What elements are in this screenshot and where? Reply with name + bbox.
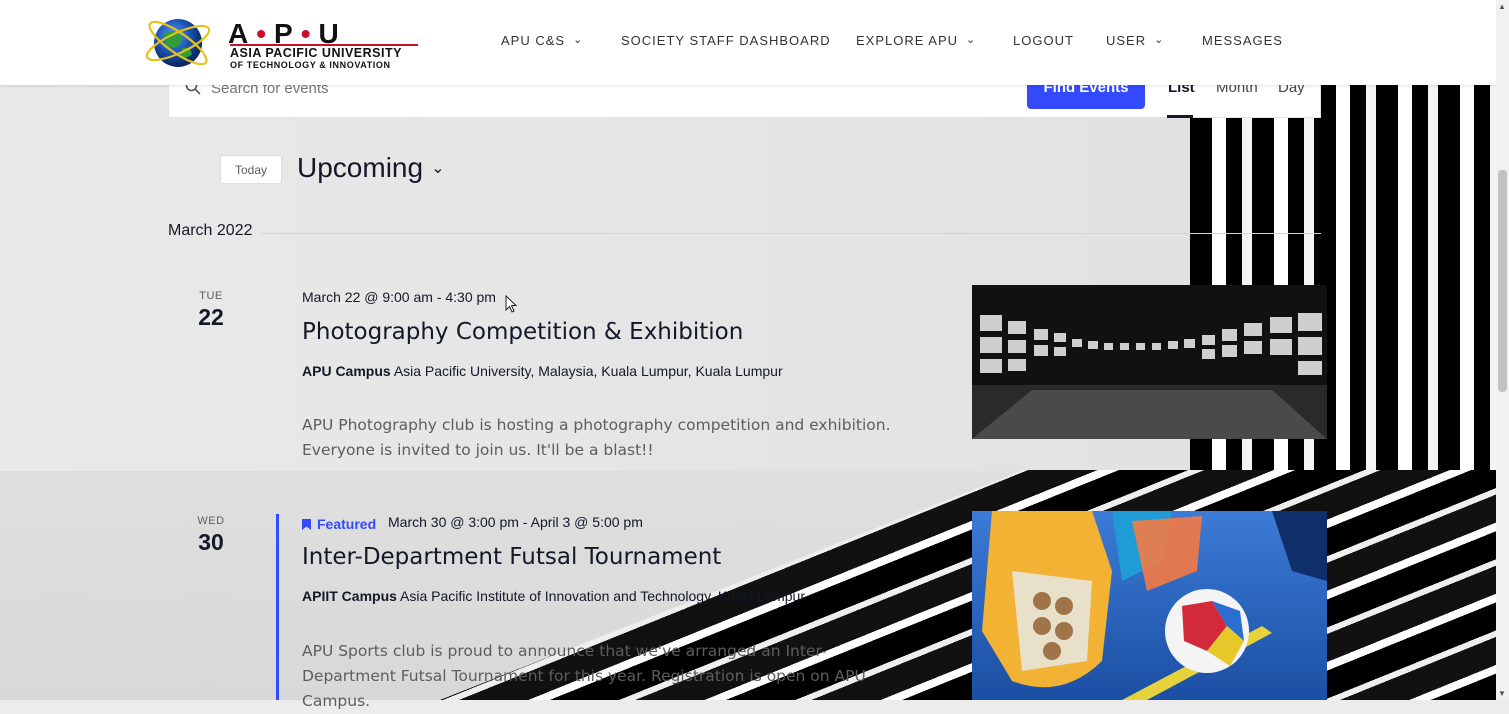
nav-label: SOCIETY STAFF DASHBOARD: [621, 33, 831, 48]
event-date: WED 30: [186, 515, 236, 556]
event-description: APU Photography club is hosting a photog…: [302, 416, 891, 459]
site-header: A•P•U ASIA PACIFIC UNIVERSITY OF TECHNOL…: [0, 0, 1496, 85]
nav-society-staff-dashboard[interactable]: SOCIETY STAFF DASHBOARD: [621, 33, 831, 48]
event-image-gallery[interactable]: [972, 285, 1327, 439]
date-range-label: Upcoming: [297, 152, 424, 183]
month-separator: March 2022: [168, 222, 253, 239]
page-scrollbar[interactable]: ▲ ▼: [1496, 0, 1509, 700]
scroll-up-icon[interactable]: ▲: [1498, 2, 1506, 11]
bookmark-icon: [302, 518, 311, 530]
event-title[interactable]: Photography Competition & Exhibition: [302, 319, 743, 345]
featured-indicator-bar: [276, 514, 279, 700]
chevron-down-icon: ⌄: [573, 34, 584, 46]
chevron-down-icon: ⌄: [1154, 34, 1165, 46]
event-day: 30: [198, 529, 224, 555]
today-button[interactable]: Today: [220, 155, 282, 184]
main-nav: APU C&S ⌄ SOCIETY STAFF DASHBOARD EXPLORE…: [0, 0, 1496, 85]
nav-logout[interactable]: LOGOUT: [1013, 33, 1074, 48]
nav-label: APU C&S: [501, 33, 566, 48]
month-divider: [262, 233, 1321, 234]
nav-messages[interactable]: MESSAGES: [1202, 33, 1283, 48]
event-title[interactable]: Inter-Department Futsal Tournament: [302, 544, 721, 570]
nav-apu-cs[interactable]: APU C&S ⌄: [501, 33, 583, 48]
scrollbar-thumb[interactable]: [1498, 170, 1507, 392]
event-weekday: WED: [197, 515, 225, 527]
event-description: APU Sports club is proud to announce tha…: [302, 642, 866, 710]
nav-user[interactable]: USER ⌄: [1106, 33, 1164, 48]
chevron-down-icon: ⌄: [966, 34, 977, 46]
nav-label: MESSAGES: [1202, 33, 1283, 48]
chevron-down-icon: ⌄: [431, 160, 445, 177]
event-venue: APU Campus Asia Pacific University, Mala…: [302, 363, 783, 379]
event-datetime: March 30 @ 3:00 pm - April 3 @ 5:00 pm: [388, 514, 643, 530]
date-range-picker[interactable]: Upcoming ⌄: [297, 152, 444, 184]
venue-name: APU Campus: [302, 363, 391, 379]
featured-badge: Featured: [302, 516, 376, 532]
nav-explore-apu[interactable]: EXPLORE APU ⌄: [856, 33, 976, 48]
scroll-down-icon[interactable]: ▼: [1498, 689, 1506, 698]
mouse-pointer-icon: [505, 295, 517, 313]
nav-label: EXPLORE APU: [856, 33, 959, 48]
venue-address: Asia Pacific University, Malaysia, Kuala…: [393, 363, 783, 379]
event-venue: APIIT Campus Asia Pacific Institute of I…: [302, 588, 805, 604]
event-weekday: TUE: [199, 290, 223, 302]
event-day: 22: [198, 304, 224, 330]
nav-label: LOGOUT: [1013, 33, 1074, 48]
nav-label: USER: [1106, 33, 1147, 48]
event-date: TUE 22: [186, 290, 236, 331]
futsal-photo: [972, 511, 1327, 700]
event-datetime: March 22 @ 9:00 am - 4:30 pm: [302, 289, 496, 305]
venue-address: Asia Pacific Institute of Innovation and…: [400, 588, 805, 604]
featured-label: Featured: [317, 516, 377, 532]
event-image-futsal[interactable]: [972, 511, 1327, 700]
gallery-photo: [972, 285, 1327, 439]
venue-name: APIIT Campus: [302, 588, 397, 604]
active-tab-indicator: [1167, 115, 1193, 118]
